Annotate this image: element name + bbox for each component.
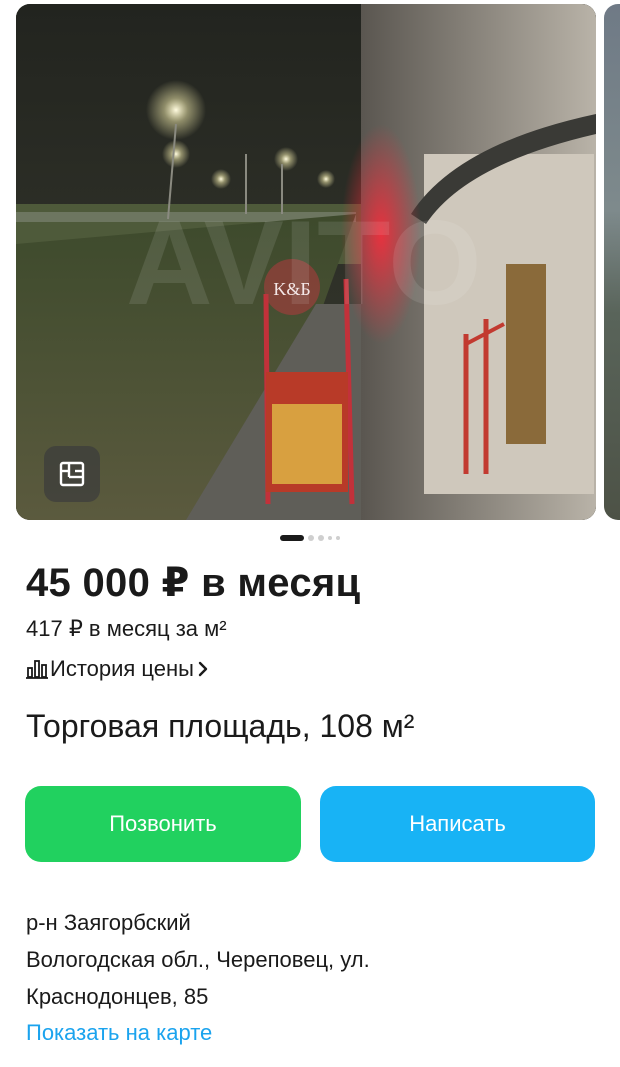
gallery-plan-icon (59, 461, 85, 487)
listing-title: Торговая площадь, 108 м² (26, 708, 415, 744)
address-line: Краснодонцев, 85 (26, 984, 209, 1009)
bar-chart-icon (26, 660, 48, 679)
photo-gallery[interactable]: K&Б AVITO (0, 0, 620, 522)
pagination-dot-active (280, 535, 304, 541)
price-history-label: История цены (50, 656, 194, 681)
address-district: р-н Заягорбский (26, 910, 191, 935)
pagination-dot (336, 536, 340, 540)
pagination-dot (308, 535, 314, 541)
listing-price: 45 000 ₽ в месяц (26, 561, 361, 605)
call-button[interactable]: Позвонить (25, 786, 301, 862)
photo-night-street-illustration: K&Б AVITO (16, 4, 596, 520)
address-line: Вологодская обл., Череповец, ул. (26, 947, 370, 972)
gallery-pagination (0, 535, 620, 541)
chevron-right-icon (198, 661, 208, 677)
floor-plan-button[interactable] (44, 446, 100, 502)
svg-text:AVITO: AVITO (126, 196, 482, 330)
listing-photo[interactable]: K&Б AVITO (16, 4, 596, 520)
price-per-square-meter: 417 ₽ в месяц за м² (26, 616, 227, 641)
pagination-dot (318, 535, 324, 541)
price-history-link[interactable]: История цены (26, 656, 210, 682)
write-message-button[interactable]: Написать (320, 786, 595, 862)
pagination-dot (328, 536, 332, 540)
next-photo-preview[interactable] (604, 4, 620, 520)
show-on-map-link[interactable]: Показать на карте (26, 1020, 212, 1046)
